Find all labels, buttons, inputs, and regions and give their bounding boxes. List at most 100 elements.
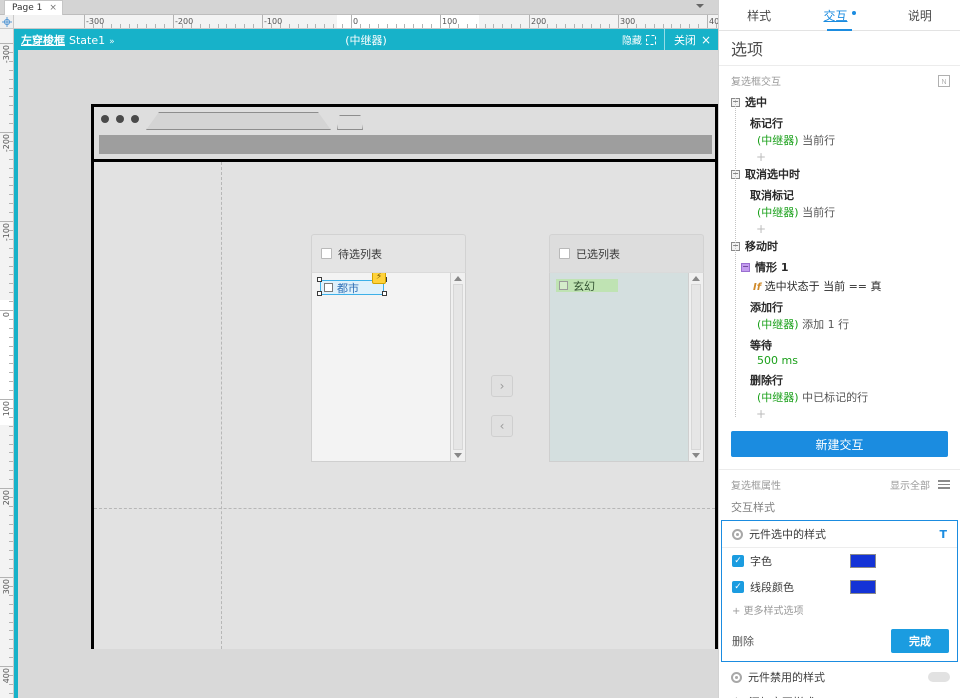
if-keyword: If bbox=[753, 282, 762, 293]
ruler-tick bbox=[0, 132, 13, 133]
tree-action-detail[interactable]: (中继器) 当前行 bbox=[757, 132, 960, 148]
add-interaction-style-button[interactable]: + 添加交互样式 bbox=[719, 692, 960, 698]
browser-mockup[interactable]: 待选列表 都市 ⚡ › ‹ 已选列表 玄幻 bbox=[91, 104, 718, 649]
tree-case[interactable]: − 情形 1 bbox=[741, 259, 960, 275]
tree-action-label[interactable]: 等待 bbox=[750, 337, 960, 353]
page-tab-page-1[interactable]: Page 1 × bbox=[4, 0, 63, 15]
pending-list-header[interactable]: 待选列表 bbox=[311, 234, 466, 272]
target-ring-icon bbox=[732, 528, 743, 540]
state-widget-name[interactable]: 左穿梭框 bbox=[21, 32, 65, 48]
tree-group-moved[interactable]: − 移动时 bbox=[731, 238, 960, 254]
selected-style-card[interactable]: 元件选中的样式 T ✓ 字色 ✓ 线段颜色 + 更多样式选项 删除 完成 bbox=[721, 520, 958, 662]
resize-handle[interactable] bbox=[317, 291, 322, 296]
tab-style-label: 样式 bbox=[747, 8, 772, 23]
tab-notes-label: 说明 bbox=[907, 8, 932, 23]
pending-list-box[interactable]: 待选列表 都市 ⚡ bbox=[311, 234, 466, 462]
interaction-style-label: 交互样式 bbox=[731, 501, 775, 514]
add-action-button[interactable]: + bbox=[756, 407, 960, 421]
list-item[interactable]: 玄幻 bbox=[556, 279, 618, 293]
resize-handle[interactable] bbox=[382, 291, 387, 296]
tree-action-label[interactable]: 添加行 bbox=[750, 299, 960, 315]
color-swatch[interactable] bbox=[850, 580, 876, 594]
move-left-button[interactable]: ‹ bbox=[491, 415, 513, 437]
scroll-down-icon[interactable] bbox=[454, 453, 462, 458]
disabled-style-row[interactable]: 元件禁用的样式 bbox=[719, 662, 960, 692]
close-icon: × bbox=[700, 32, 711, 47]
ruler-tick bbox=[0, 43, 13, 44]
chevron-down-icon[interactable] bbox=[696, 4, 704, 8]
scrollbar-vertical[interactable] bbox=[688, 273, 703, 461]
tree-group-unselected[interactable]: − 取消选中时 bbox=[731, 166, 960, 182]
checkbox-checked-icon[interactable]: ✓ bbox=[732, 581, 744, 593]
style-row-font-color[interactable]: ✓ 字色 bbox=[722, 548, 957, 574]
ruler-tick bbox=[351, 15, 352, 28]
color-swatch[interactable] bbox=[850, 554, 876, 568]
close-icon[interactable]: × bbox=[49, 3, 57, 13]
tree-action-detail[interactable]: (中继器) 添加 1 行 bbox=[757, 316, 960, 332]
text-style-icon[interactable]: T bbox=[939, 528, 947, 541]
tree-action-label[interactable]: 标记行 bbox=[750, 115, 960, 131]
vertical-ruler[interactable]: -300 -200 -100 0 100 200 300 400 bbox=[0, 29, 14, 698]
toggle-switch[interactable] bbox=[928, 672, 950, 682]
state-name[interactable]: State1 bbox=[69, 34, 105, 47]
style-row-line-color[interactable]: ✓ 线段颜色 bbox=[722, 574, 957, 600]
checkbox-icon[interactable] bbox=[559, 281, 568, 290]
interaction-badge-icon[interactable]: ⚡ bbox=[372, 273, 386, 284]
tree-action-label[interactable]: 取消标记 bbox=[750, 187, 960, 203]
tree-action-label[interactable]: 删除行 bbox=[750, 372, 960, 388]
scroll-up-icon[interactable] bbox=[454, 276, 462, 281]
selected-widget-wrapper[interactable]: 都市 ⚡ bbox=[317, 273, 387, 296]
section-header-row: 复选框交互 N bbox=[719, 66, 960, 92]
case-collapse-icon[interactable]: − bbox=[741, 262, 750, 272]
tree-group-label: 移动时 bbox=[745, 240, 778, 253]
delete-style-button[interactable]: 删除 bbox=[732, 633, 754, 649]
selected-list-box[interactable]: 已选列表 玄幻 bbox=[549, 234, 704, 462]
collapse-icon bbox=[645, 34, 656, 45]
scrollbar-vertical[interactable] bbox=[450, 273, 465, 461]
horizontal-ruler[interactable]: -300-200-1000100200300400 bbox=[14, 15, 718, 29]
checkbox-icon[interactable] bbox=[321, 248, 332, 259]
pending-list-body[interactable]: 都市 ⚡ bbox=[311, 272, 466, 462]
checkbox-checked-icon[interactable]: ✓ bbox=[732, 555, 744, 567]
ruler-tick bbox=[173, 15, 174, 28]
checkbox-icon[interactable] bbox=[324, 283, 333, 292]
tree-condition[interactable]: If 选中状态于 当前 == 真 bbox=[753, 278, 960, 294]
tree-action-detail[interactable]: (中继器) 当前行 bbox=[757, 204, 960, 220]
new-interaction-button[interactable]: 新建交互 bbox=[731, 431, 948, 457]
target-object: (中继器) bbox=[757, 318, 799, 331]
add-action-button[interactable]: + bbox=[756, 150, 960, 164]
selected-list-header[interactable]: 已选列表 bbox=[549, 234, 704, 272]
done-button[interactable]: 完成 bbox=[891, 629, 949, 653]
menu-icon[interactable] bbox=[938, 480, 950, 489]
scrollbar-track[interactable] bbox=[453, 284, 463, 450]
tree-action-detail[interactable]: 500 ms bbox=[757, 354, 960, 367]
scroll-down-icon[interactable] bbox=[692, 453, 700, 458]
tab-interactions[interactable]: 交互 bbox=[799, 0, 879, 31]
state-chevron-icon[interactable]: » bbox=[109, 37, 115, 47]
tree-guide bbox=[735, 98, 736, 417]
resize-handle[interactable] bbox=[317, 277, 322, 282]
add-action-button[interactable]: + bbox=[756, 222, 960, 236]
checkbox-icon[interactable] bbox=[559, 248, 570, 259]
move-right-button[interactable]: › bbox=[491, 375, 513, 397]
arxure-window: Page 1 × -300-200-1000100200300400 -300-… bbox=[0, 0, 960, 698]
target-text: 中已标记的行 bbox=[798, 391, 869, 404]
show-all-button[interactable]: 显示全部 bbox=[890, 477, 930, 492]
notes-icon[interactable]: N bbox=[938, 74, 950, 87]
tab-style[interactable]: 样式 bbox=[719, 0, 799, 30]
ruler-tick bbox=[0, 399, 13, 400]
inspector-tabs: 样式 交互 说明 bbox=[719, 0, 960, 31]
selected-style-header[interactable]: 元件选中的样式 T bbox=[722, 521, 957, 548]
tab-notes[interactable]: 说明 bbox=[880, 0, 960, 30]
tree-action-detail[interactable]: (中继器) 中已标记的行 bbox=[757, 389, 960, 405]
selected-list-body[interactable]: 玄幻 bbox=[549, 272, 704, 462]
scrollbar-track[interactable] bbox=[691, 284, 701, 450]
more-style-options-link[interactable]: + 更多样式选项 bbox=[722, 600, 957, 623]
page-title: 选项 bbox=[719, 31, 960, 66]
scroll-up-icon[interactable] bbox=[692, 276, 700, 281]
tree-group-selected[interactable]: − 选中 bbox=[731, 94, 960, 110]
design-canvas[interactable]: 左穿梭框 State1 » (中继器) 隐藏 关闭 × 待选列表 都市 ⚡ › … bbox=[14, 29, 718, 698]
ruler-origin-icon[interactable] bbox=[0, 15, 14, 29]
close-button[interactable]: 关闭 × bbox=[663, 29, 718, 50]
hide-button[interactable]: 隐藏 bbox=[614, 32, 664, 47]
